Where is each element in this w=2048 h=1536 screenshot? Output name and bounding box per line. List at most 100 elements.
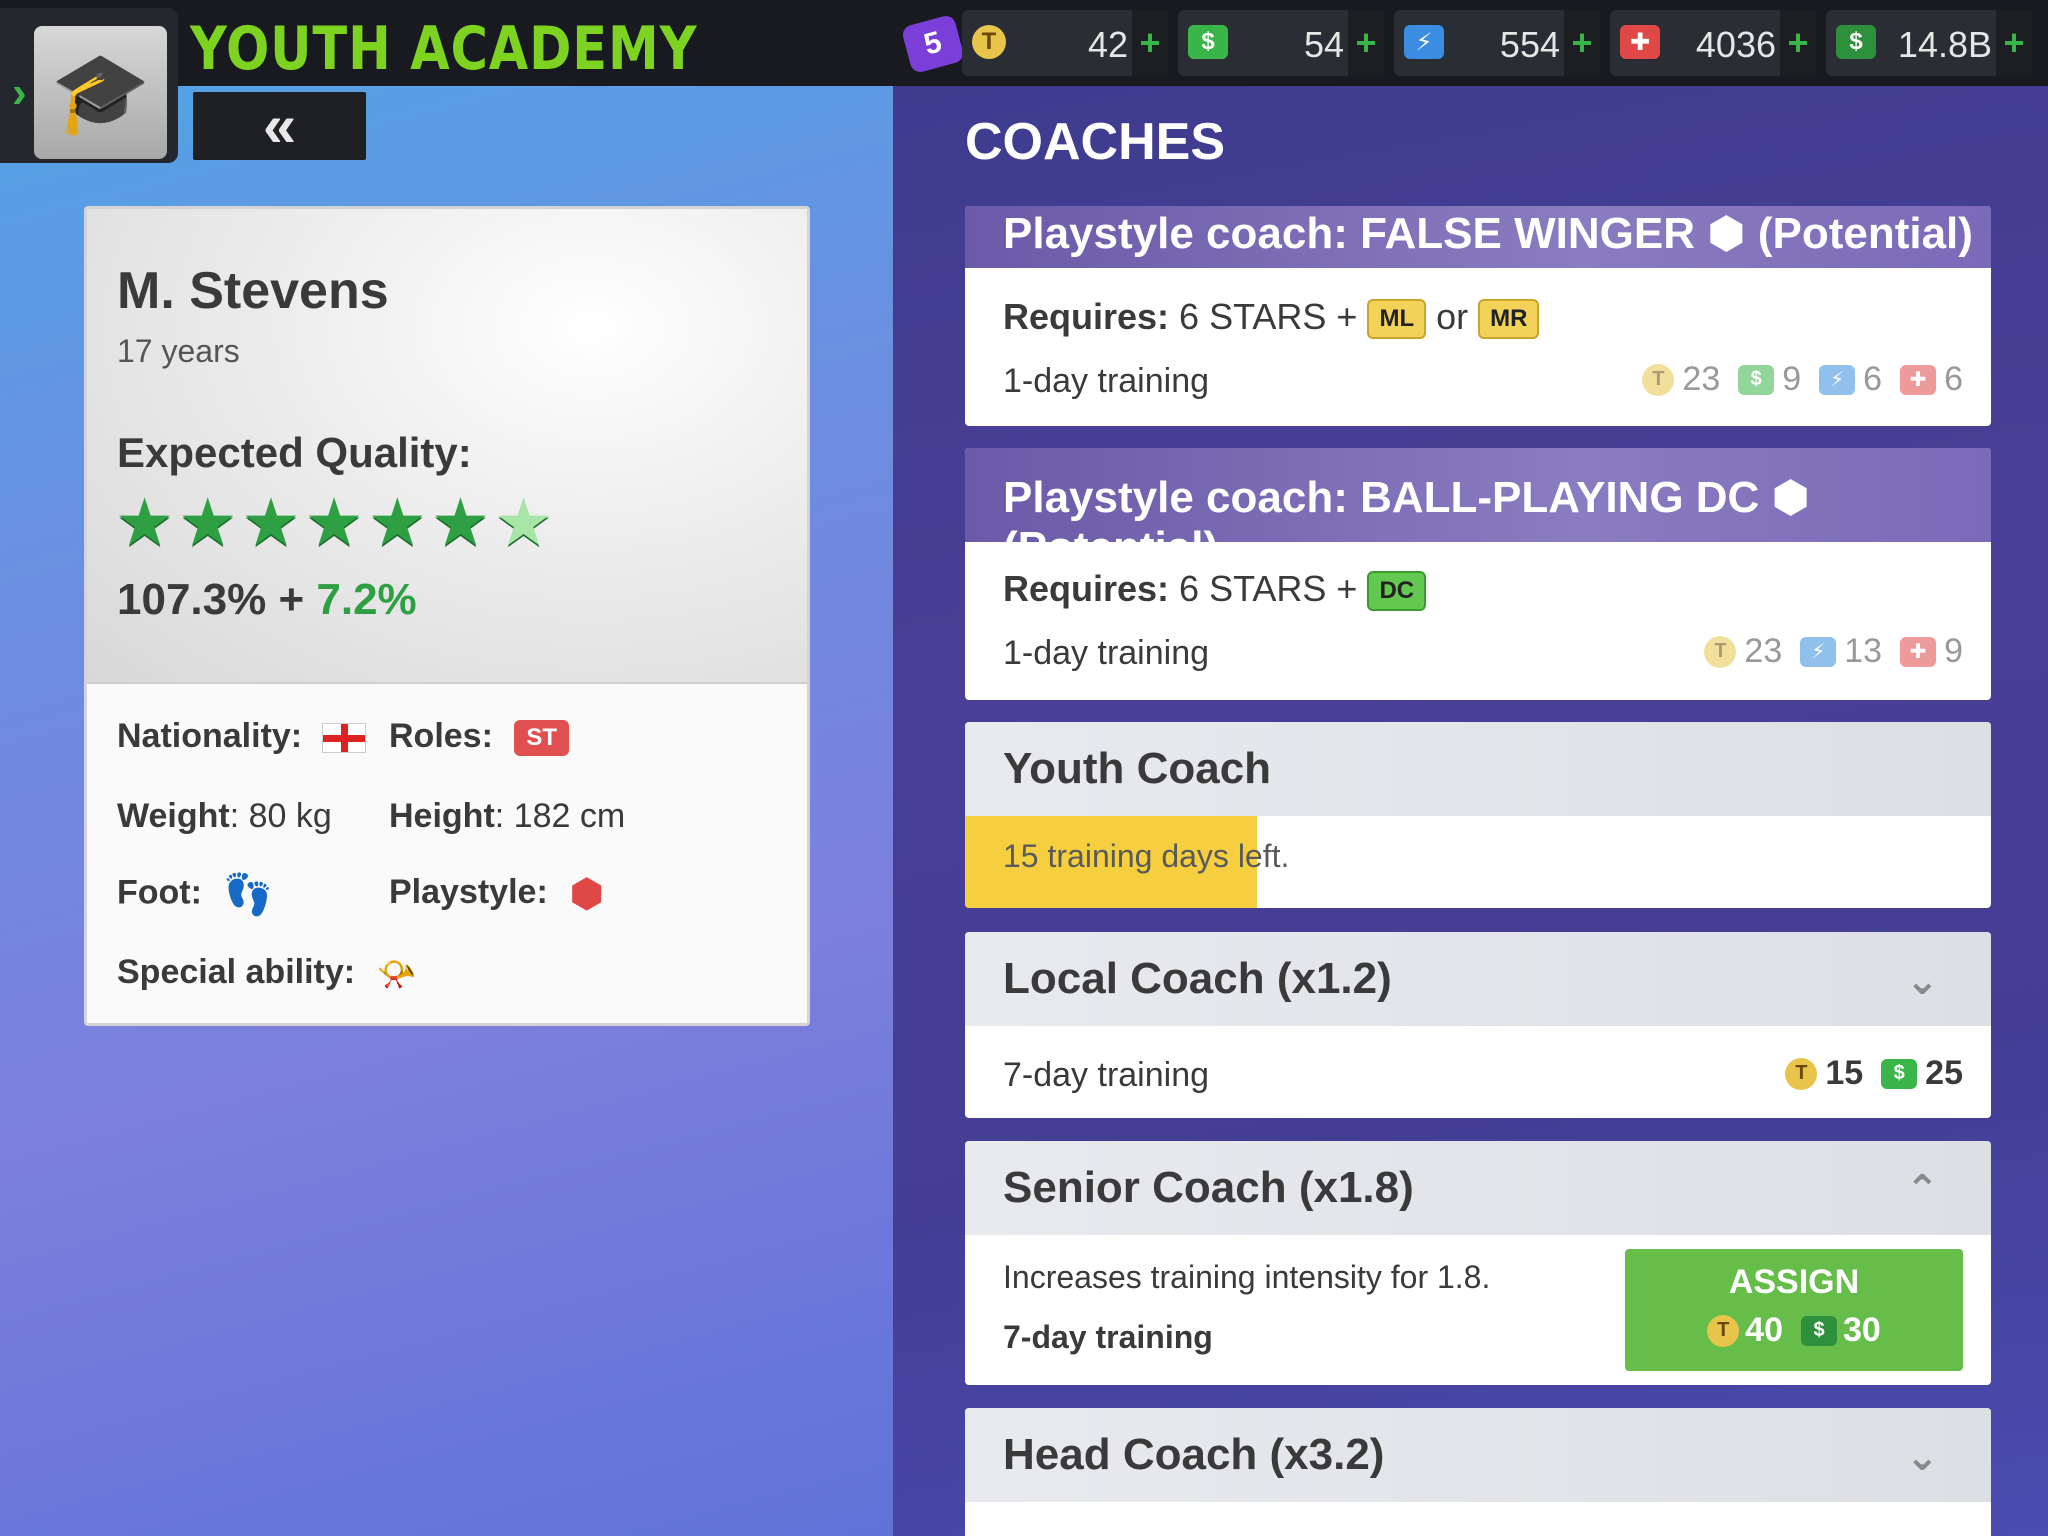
training-duration: 7-day training <box>1003 1319 1213 1355</box>
coach-title: Playstyle coach: BALL-PLAYING DC ⬢ (Pote… <box>1003 473 1810 572</box>
add-coins-button[interactable]: + <box>1132 10 1168 76</box>
add-medical-button[interactable]: + <box>1780 10 1816 76</box>
currency-money: $ 14.8B + <box>1826 10 2032 76</box>
special-ability-row: Special ability: 📯 <box>117 953 416 993</box>
star-icon: ★ <box>430 485 491 559</box>
assign-costs: T 40 $30 <box>1625 1311 1963 1350</box>
player-age: 17 years <box>117 333 240 369</box>
cost-list: T 23 ⚡ 13 ✚ 9 <box>1704 632 1963 671</box>
requires-text: 6 STARS + <box>1169 296 1368 337</box>
coach-title: Senior Coach (x1.8) <box>1003 1163 1414 1212</box>
medical-icon: ✚ <box>1620 25 1660 59</box>
requires-label: Requires: <box>1003 296 1170 337</box>
nationality-label: Nationality: <box>117 717 303 755</box>
expand-chevron-icon[interactable]: › <box>12 68 27 118</box>
coach-card-header: Local Coach (x1.2) ⌄ <box>965 932 1991 1026</box>
coach-title: Playstyle coach: FALSE WINGER ⬢ (Potenti… <box>1003 209 1973 258</box>
energy-icon: ⚡ <box>1800 636 1837 667</box>
cash-icon: $ <box>1801 1315 1837 1346</box>
cost-value: 25 <box>1925 1054 1963 1092</box>
height-row: Height: 182 cm <box>389 797 625 836</box>
quality-value: 107.3% + 7.2% <box>117 575 417 625</box>
coin-icon: T <box>1642 363 1675 396</box>
cost-value: 30 <box>1843 1311 1881 1349</box>
or-text: or <box>1426 296 1479 337</box>
coach-card-youth[interactable]: Youth Coach 15 training days left. <box>965 722 1991 908</box>
coach-card-false-winger[interactable]: Playstyle coach: FALSE WINGER ⬢ (Potenti… <box>965 206 1991 426</box>
assign-cost-cash: $30 <box>1801 1311 1881 1350</box>
roles-label: Roles: <box>389 717 493 755</box>
quality-bonus: 7.2% <box>316 575 417 624</box>
cost-value: 13 <box>1844 632 1883 670</box>
cost-value: 6 <box>1863 360 1883 398</box>
cost-energy: ⚡ 6 <box>1819 360 1882 399</box>
half-star-icon: ★ <box>494 485 554 559</box>
currency-cash: $ 54 + <box>1178 10 1384 76</box>
coach-card-senior[interactable]: Senior Coach (x1.8) ⌃ Increases training… <box>965 1141 1991 1385</box>
add-money-button[interactable]: + <box>1996 10 2032 76</box>
training-duration: 7-day training <box>1003 1056 1210 1094</box>
foot-row: Foot: 👣 <box>117 871 273 918</box>
cost-energy: ⚡ 13 <box>1800 632 1882 671</box>
cost-coins: T 15 <box>1785 1054 1863 1093</box>
position-tag-dc: DC <box>1367 571 1427 612</box>
cost-value: 15 <box>1825 1054 1864 1092</box>
nationality-row: Nationality: <box>117 717 366 756</box>
height-label: Height <box>389 797 495 835</box>
chevron-down-icon[interactable]: ⌄ <box>1905 958 1939 1004</box>
medical-icon: ✚ <box>1900 364 1937 395</box>
add-energy-button[interactable]: + <box>1564 10 1600 76</box>
currency-medical: ✚ 4036 + <box>1610 10 1816 76</box>
cost-medical: ✚ 6 <box>1900 360 1963 399</box>
england-flag-icon <box>321 723 366 754</box>
cost-value: 9 <box>1944 632 1963 670</box>
cost-value: 6 <box>1944 360 1963 398</box>
coach-title: Local Coach (x1.2) <box>1003 954 1392 1003</box>
cash-icon: $ <box>1188 25 1228 59</box>
coaches-title: COACHES <box>965 113 1226 171</box>
chevron-down-icon[interactable]: ⌄ <box>1905 1434 1939 1480</box>
star-icon: ★ <box>178 485 238 559</box>
cash-icon: $ <box>1738 364 1775 395</box>
coach-title: Youth Coach <box>1003 744 1272 793</box>
money-icon: $ <box>1836 25 1876 59</box>
assign-cost-coins: T 40 <box>1707 1311 1783 1350</box>
currency-coins: T 42 + <box>962 10 1168 76</box>
whistle-icon[interactable]: 📯 <box>377 955 417 993</box>
star-icon: ★ <box>304 485 364 559</box>
assign-button[interactable]: ASSIGN T 40 $30 <box>1625 1249 1963 1371</box>
player-card: M. Stevens 17 years Expected Quality: ★ … <box>84 206 810 1026</box>
cost-medical: ✚ 9 <box>1900 632 1963 671</box>
cost-value: 23 <box>1682 360 1721 398</box>
role-badge: ST <box>514 720 570 757</box>
training-duration: 1-day training <box>1003 634 1210 672</box>
coach-title: Head Coach (x3.2) <box>1003 1430 1385 1479</box>
coach-card-head[interactable]: Head Coach (x3.2) ⌄ <box>965 1408 1991 1536</box>
cost-value: 40 <box>1745 1311 1783 1349</box>
cost-cash: $9 <box>1738 360 1801 399</box>
expected-quality-label: Expected Quality: <box>117 429 472 476</box>
player-name: M. Stevens <box>117 262 389 320</box>
coach-card-local[interactable]: Local Coach (x1.2) ⌄ 7-day training T 15 … <box>965 932 1991 1118</box>
coach-card-header: Playstyle coach: BALL-PLAYING DC ⬢ (Pote… <box>965 448 1991 572</box>
quality-percent: 107.3% + <box>117 575 305 624</box>
coach-card-header: Senior Coach (x1.8) ⌃ <box>965 1141 1991 1235</box>
medical-value: 4036 <box>1695 24 1776 65</box>
requirements: Requires: 6 STARS + ML or MR <box>1003 296 1540 340</box>
playstyle-label: Playstyle: <box>389 872 548 911</box>
back-button[interactable]: « <box>193 92 366 160</box>
add-cash-button[interactable]: + <box>1348 10 1384 76</box>
cost-coins: T 23 <box>1704 632 1782 671</box>
medical-icon: ✚ <box>1900 636 1937 667</box>
weight-row: Weight: 80 kg <box>117 797 332 836</box>
locked-playstyle-icon[interactable]: ⬢ <box>569 871 604 917</box>
cost-value: 23 <box>1744 632 1783 670</box>
height-value: : 182 cm <box>494 797 626 835</box>
chevron-up-icon[interactable]: ⌃ <box>1905 1167 1939 1213</box>
academy-logo-box: › 🎓 <box>0 8 178 163</box>
special-ability-label: Special ability: <box>117 953 356 991</box>
coach-card-ball-playing-dc[interactable]: Playstyle coach: BALL-PLAYING DC ⬢ (Pote… <box>965 448 1991 700</box>
coach-description: Increases training intensity for 1.8. <box>1003 1259 1491 1295</box>
currency-energy: ⚡ 554 + <box>1394 10 1600 76</box>
footprints-icon: 👣 <box>223 873 274 917</box>
